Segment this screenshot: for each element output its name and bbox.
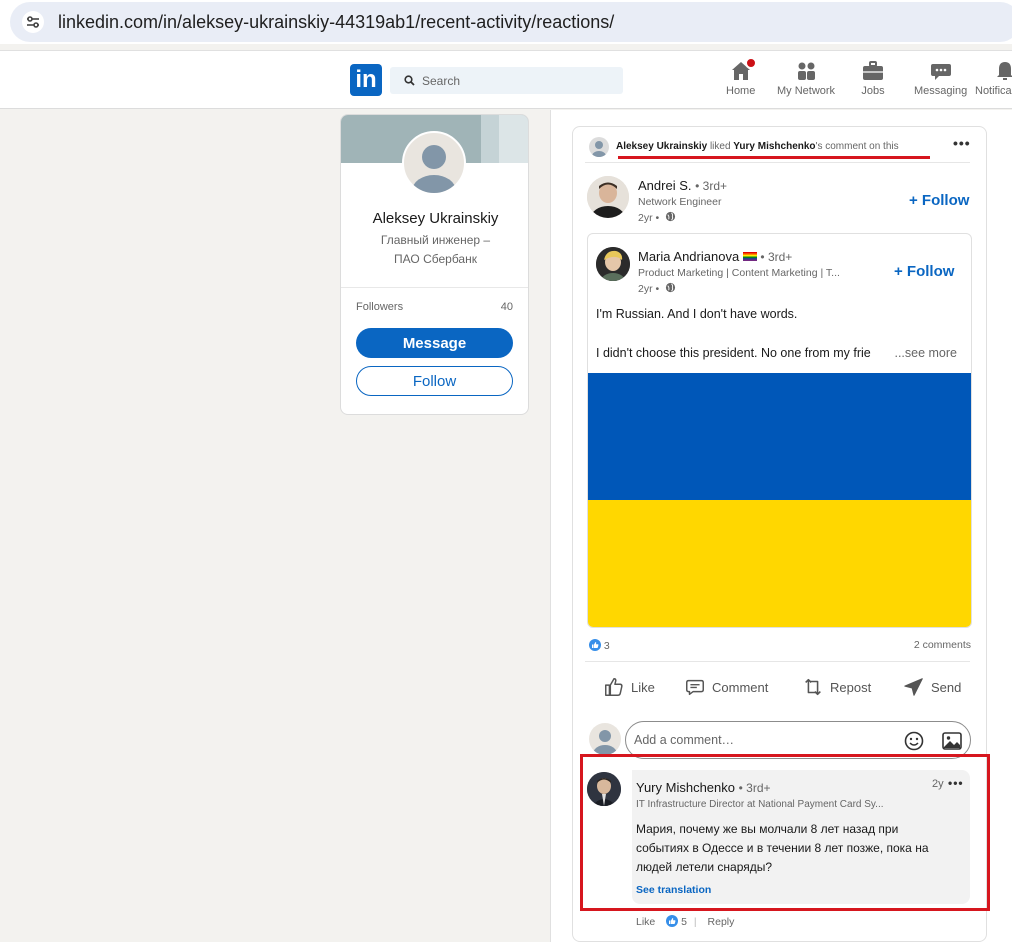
search-box[interactable]: [390, 67, 623, 94]
author-follow-button[interactable]: + Follow: [894, 263, 954, 280]
home-icon: [729, 57, 757, 83]
message-button[interactable]: Message: [356, 328, 513, 358]
comment-like-button[interactable]: Like: [636, 916, 655, 928]
globe-icon: [666, 211, 676, 222]
nav-home[interactable]: Home: [726, 57, 757, 97]
post-text-line-1: I'm Russian. And I don't have words.: [596, 307, 798, 321]
comment-input[interactable]: [634, 730, 889, 750]
profile-avatar[interactable]: [402, 131, 466, 195]
highlight-box: [580, 754, 990, 911]
notification-dot: [744, 57, 757, 69]
reposter-time: 2yr •: [638, 211, 676, 224]
author-avatar[interactable]: [596, 247, 630, 281]
linkedin-logo[interactable]: in: [350, 64, 382, 96]
search-icon: [404, 75, 415, 86]
nav-notifications[interactable]: Notifica: [975, 59, 1012, 97]
comment-reply-button[interactable]: Reply: [708, 916, 735, 928]
viewer-avatar[interactable]: [589, 723, 621, 755]
profile-headline: Главный инженер – ПАО Сбербанк: [380, 233, 491, 266]
send-icon: [904, 678, 923, 696]
reposter-avatar[interactable]: [587, 176, 629, 218]
followers-label: Followers: [356, 301, 404, 313]
post-more-icon[interactable]: •••: [953, 135, 971, 151]
repost-icon: [805, 678, 821, 696]
author-time: 2yr •: [638, 282, 676, 295]
url-text[interactable]: linkedin.com/in/aleksey-ukrainskiy-44319…: [58, 12, 614, 33]
author-name[interactable]: Maria Andrianova • 3rd+: [638, 249, 792, 264]
like-reaction-icon: [589, 639, 601, 651]
site-info-icon[interactable]: [22, 11, 44, 33]
search-input[interactable]: [422, 70, 612, 91]
activity-text: Aleksey Ukrainskiy liked Yury Mishchenko…: [616, 141, 899, 152]
reposter-follow-button[interactable]: + Follow: [909, 192, 969, 209]
post-divider: [585, 162, 970, 163]
flag-image-yellow[interactable]: [588, 500, 971, 627]
like-reaction-icon: [666, 915, 679, 927]
profile-name[interactable]: Aleksey Ukrainskiy: [341, 210, 528, 227]
comment-button[interactable]: Comment: [684, 675, 768, 699]
activity-actor[interactable]: Aleksey Ukrainskiy: [616, 141, 707, 152]
pride-flag-icon: [742, 252, 757, 261]
nav-jobs[interactable]: Jobs: [861, 59, 885, 97]
comment-like-count[interactable]: 5: [666, 915, 690, 928]
reposter-title: Network Engineer: [638, 196, 722, 208]
post-text-line-2: I didn't choose this president. No one f…: [596, 346, 871, 360]
network-icon: [794, 59, 818, 83]
original-post: Maria Andrianova • 3rd+ Product Marketin…: [587, 233, 972, 628]
image-icon[interactable]: [942, 732, 962, 750]
highlight-underline: [618, 156, 930, 159]
activity-avatar[interactable]: [589, 137, 609, 157]
linkedin-header: in Home My Network Jobs Messaging: [0, 51, 1012, 109]
card-divider: [341, 287, 528, 288]
comments-count[interactable]: 2 comments: [914, 639, 971, 651]
reaction-count[interactable]: 3: [589, 639, 610, 652]
url-pill[interactable]: linkedin.com/in/aleksey-ukrainskiy-44319…: [10, 2, 1012, 42]
nav-messaging[interactable]: Messaging: [914, 59, 967, 97]
followers-count: 40: [500, 301, 513, 313]
comment-icon: [686, 679, 704, 696]
globe-icon: [666, 282, 676, 293]
author-title: Product Marketing | Content Marketing | …: [638, 267, 840, 279]
comment-actions: Like 5 | Reply: [636, 915, 734, 928]
nav-my-network[interactable]: My Network: [777, 59, 835, 97]
browser-address-bar: linkedin.com/in/aleksey-ukrainskiy-44319…: [0, 0, 1012, 44]
messaging-icon: [929, 59, 953, 83]
reactions-row: 3 2 comments: [589, 639, 971, 655]
reposter-name[interactable]: Andrei S. • 3rd+: [638, 178, 727, 193]
flag-image-blue[interactable]: [588, 373, 971, 500]
send-button[interactable]: Send: [903, 675, 961, 699]
like-icon: [605, 678, 623, 696]
repost-button[interactable]: Repost: [802, 675, 871, 699]
profile-card: Aleksey Ukrainskiy Главный инженер – ПАО…: [340, 114, 529, 415]
follow-button[interactable]: Follow: [356, 366, 513, 396]
briefcase-icon: [861, 59, 885, 83]
reactions-divider: [585, 661, 970, 662]
like-button[interactable]: Like: [603, 675, 655, 699]
bell-icon: [993, 59, 1012, 83]
comment-actions-separator: |: [693, 916, 697, 928]
see-more-link[interactable]: ...see more: [890, 346, 957, 360]
activity-target[interactable]: Yury Mishchenko: [733, 141, 815, 152]
emoji-icon[interactable]: [904, 731, 924, 751]
